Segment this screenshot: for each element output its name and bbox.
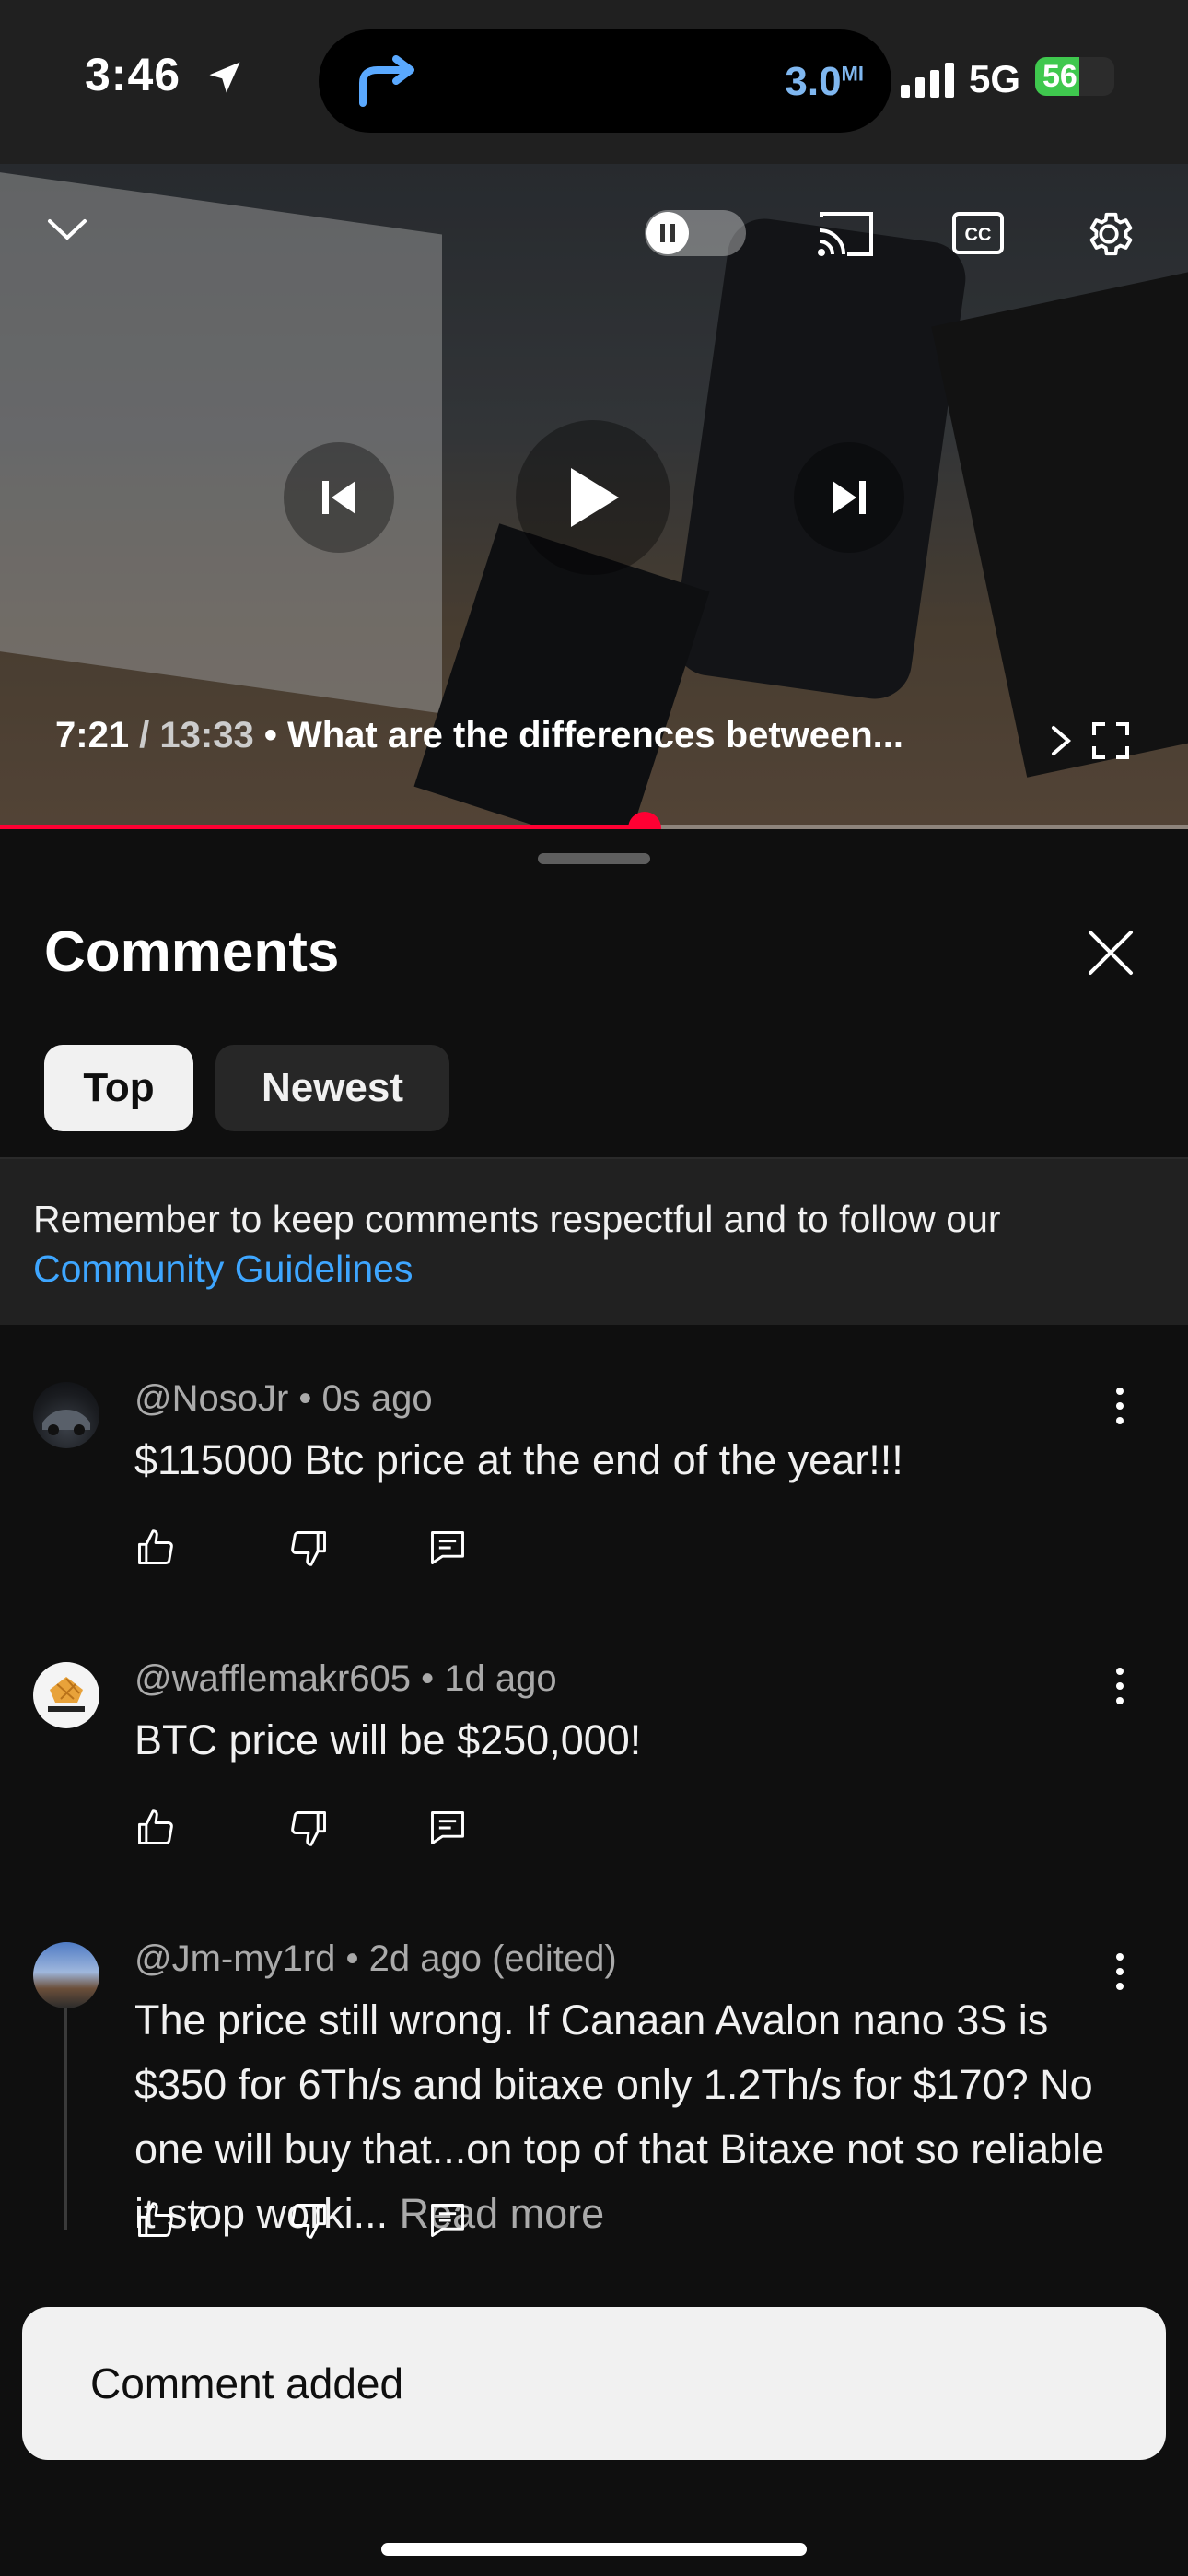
turn-right-icon <box>359 55 414 107</box>
thumbs-down-icon[interactable] <box>289 1808 330 1848</box>
comment-author[interactable]: @NosoJr <box>134 1378 288 1419</box>
dynamic-island[interactable]: 3.0MI <box>319 29 891 133</box>
sheet-title: Comments <box>44 920 340 984</box>
status-time: 3:46 <box>85 49 181 100</box>
comment-meta: @wafflemakr605 • 1d ago <box>134 1658 557 1699</box>
reply-icon[interactable] <box>427 1808 468 1848</box>
notice-text: Remember to keep comments respectful and… <box>33 1198 1001 1240</box>
comment-added-toast: Comment added <box>22 2307 1166 2460</box>
cellular-signal-icon <box>901 63 954 98</box>
skip-previous-icon <box>322 481 355 514</box>
avatar[interactable] <box>33 1942 99 2008</box>
more-options-icon[interactable] <box>1111 1666 1129 1706</box>
duration: 13:33 <box>159 715 254 755</box>
more-options-icon[interactable] <box>1111 1951 1129 1992</box>
car-avatar-image <box>42 1410 90 1435</box>
toast-message: Comment added <box>90 2359 404 2407</box>
thumbs-down-icon[interactable] <box>289 1528 330 1568</box>
reply-thread-line <box>64 2008 67 2230</box>
chapter-chevron-right-icon[interactable] <box>1050 724 1072 757</box>
thumbs-up-icon[interactable] <box>134 1528 175 1568</box>
battery-indicator: 56 <box>1035 57 1114 96</box>
comment-text: $115000 Btc price at the end of the year… <box>134 1436 903 1483</box>
current-time: 7:21 <box>55 715 130 755</box>
like-count: 7 <box>186 2200 206 2239</box>
video-player[interactable]: CC 7:21 / 13:33 • What are the differenc… <box>0 164 1188 829</box>
community-guidelines-link[interactable]: Community Guidelines <box>33 1247 413 1291</box>
read-more-link[interactable]: Read more <box>388 2190 605 2237</box>
navigation-distance: 3.0MI <box>785 59 864 104</box>
autoplay-toggle[interactable] <box>645 210 746 256</box>
reply-icon[interactable] <box>427 1528 468 1568</box>
avatar[interactable] <box>33 1662 99 1728</box>
comment-meta: @NosoJr • 0s ago <box>134 1378 433 1419</box>
thumbs-down-icon[interactable] <box>289 2200 330 2241</box>
play-icon <box>571 468 619 527</box>
guidelines-notice: Remember to keep comments respectful and… <box>0 1159 1188 1325</box>
reply-icon[interactable] <box>427 2200 468 2241</box>
tab-newest[interactable]: Newest <box>215 1045 449 1131</box>
skip-next-icon <box>833 481 866 514</box>
thumbs-up-icon[interactable] <box>134 2200 175 2241</box>
thumbs-up-icon[interactable] <box>134 1808 175 1848</box>
comment-author[interactable]: @Jm-my1rd <box>134 1938 335 1979</box>
pause-icon <box>660 224 675 242</box>
comment-text: The price still wrong. If Canaan Avalon … <box>134 1996 1105 2237</box>
battery-percent: 56 <box>1042 59 1077 94</box>
home-indicator[interactable] <box>381 2543 807 2556</box>
comment-text: BTC price will be $250,000! <box>134 1716 642 1763</box>
network-type: 5G <box>969 57 1021 100</box>
next-button[interactable] <box>794 442 904 553</box>
sheet-drag-handle[interactable] <box>538 853 650 864</box>
fullscreen-icon[interactable] <box>1092 722 1129 759</box>
video-time-row[interactable]: 7:21 / 13:33 • What are the differences … <box>55 715 903 756</box>
svg-text:CC: CC <box>965 225 992 245</box>
minimize-chevron-icon[interactable] <box>46 216 88 243</box>
chapter-title[interactable]: What are the differences between... <box>287 715 903 755</box>
play-button[interactable] <box>516 420 670 575</box>
cast-icon[interactable] <box>816 210 875 258</box>
comment-author[interactable]: @wafflemakr605 <box>134 1658 411 1699</box>
captions-icon[interactable]: CC <box>952 212 1004 254</box>
status-bar: 3:46 3.0MI 5G 56 <box>0 0 1188 164</box>
comment-meta: @Jm-my1rd • 2d ago (edited) <box>134 1938 617 1979</box>
video-progress-bar[interactable] <box>0 812 1188 829</box>
more-options-icon[interactable] <box>1111 1386 1129 1426</box>
previous-button[interactable] <box>284 442 394 553</box>
waffle-avatar-image <box>48 1677 85 1712</box>
progress-played <box>0 825 646 829</box>
settings-gear-icon[interactable] <box>1081 206 1136 262</box>
tab-top[interactable]: Top <box>44 1045 193 1131</box>
close-icon[interactable] <box>1085 927 1136 978</box>
avatar[interactable] <box>33 1382 99 1448</box>
location-arrow-icon <box>209 62 240 93</box>
